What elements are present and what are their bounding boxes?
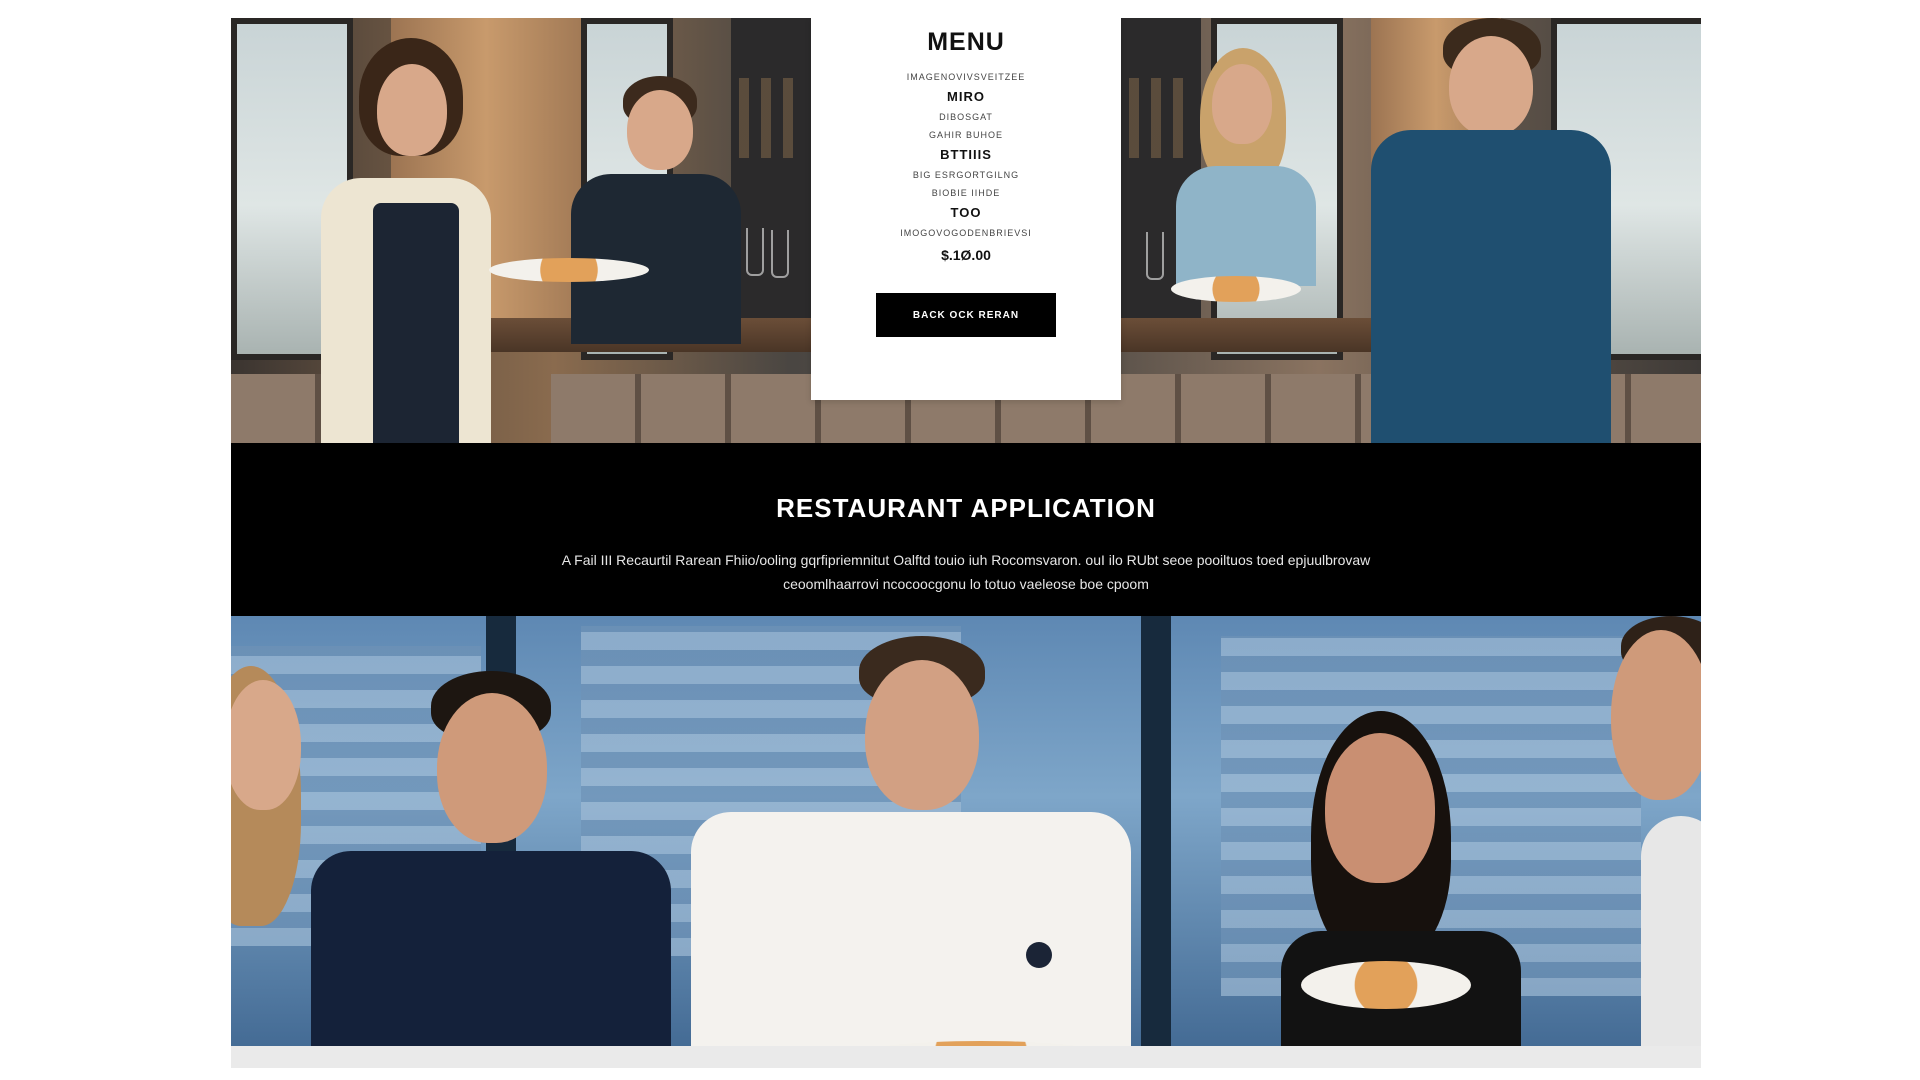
menu-item-name: TOO <box>950 205 982 220</box>
waiter-figure <box>1371 18 1611 443</box>
menu-item-name: BTTIIIS <box>940 147 992 162</box>
page-frame: MENU IMAGENOVIVSVEITZEE MIRO DIBOSGAT GA… <box>231 18 1701 1068</box>
guest-woman-figure <box>1166 48 1316 286</box>
guest-woman-black-figure <box>1241 711 1541 1068</box>
serving-plate-left <box>489 258 649 282</box>
waitress-figure <box>311 38 491 443</box>
menu-price: $.1Ø.00 <box>941 247 991 263</box>
wine-glass <box>771 230 789 278</box>
table-edge <box>231 1046 1701 1068</box>
menu-card: MENU IMAGENOVIVSVEITZEE MIRO DIBOSGAT GA… <box>811 18 1121 400</box>
menu-description-line: IMAGENOVIVSVEITZEE <box>906 72 1026 82</box>
guest-man-navy-figure <box>291 671 681 1068</box>
chef-figure <box>691 636 1131 1068</box>
menu-description-line: GAHIR BUHOE <box>928 130 1003 140</box>
menu-item-name: MIRO <box>947 89 985 104</box>
banner-description: A Fail III Recaurtil Rarean Fhiio/ooling… <box>561 552 1371 592</box>
guest-man-right-figure <box>1601 616 1701 1068</box>
food-plate <box>1301 961 1471 1009</box>
menu-description-line: DIBOSGAT <box>939 112 993 122</box>
wine-glass <box>1146 232 1164 280</box>
wine-glass <box>746 228 764 276</box>
banner-section: RESTAURANT APPLICATION A Fail III Recaur… <box>231 443 1701 616</box>
menu-list: IMAGENOVIVSVEITZEE MIRO DIBOSGAT GAHIR B… <box>811 71 1121 263</box>
menu-description-line: IMOGOVOGODENBRIEVSI <box>900 228 1032 238</box>
serving-plate-right <box>1171 276 1301 302</box>
menu-description-line: BIG ESRGORTGILNG <box>912 170 1020 180</box>
seated-guest-figure <box>571 76 741 344</box>
menu-title: MENU <box>927 28 1005 56</box>
menu-description-line: BIOBIE IIHDE <box>931 188 1001 198</box>
banner-title: RESTAURANT APPLICATION <box>776 493 1156 523</box>
restaurant-photo-top: MENU IMAGENOVIVSVEITZEE MIRO DIBOSGAT GA… <box>231 18 1701 443</box>
window-frame <box>1141 616 1171 1068</box>
bar-shelf-left <box>731 18 811 348</box>
menu-action-button[interactable]: BACK OCK RERAN <box>876 293 1056 337</box>
restaurant-photo-bottom <box>231 616 1701 1068</box>
